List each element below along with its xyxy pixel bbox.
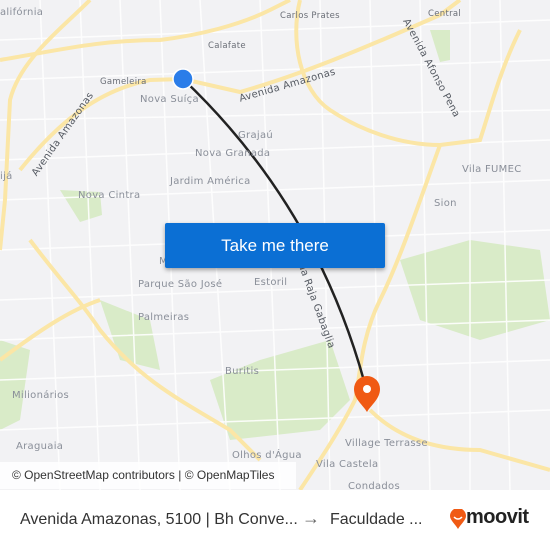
map-label: Nova Suíça <box>140 94 199 105</box>
origin-name: Avenida Amazonas, 5100 | Bh Conve... <box>20 511 298 528</box>
moovit-pin-icon <box>450 509 466 529</box>
map-label: Parque São José <box>138 279 223 290</box>
map-label: Estoril <box>254 277 288 288</box>
origin-marker <box>172 68 194 90</box>
map-label: Nova Granada <box>195 148 271 159</box>
map-label: Olhos d'Água <box>232 450 302 461</box>
map-label: ijá <box>0 171 13 182</box>
map-label: Vila Castela <box>316 459 379 470</box>
map-label: Araguaia <box>16 441 64 452</box>
map-label: Palmeiras <box>138 312 190 323</box>
brand-name: moovit <box>466 506 529 528</box>
map-label: alifórnia <box>0 7 44 18</box>
map-label: Village Terrasse <box>345 438 428 449</box>
map-label: Vila FUMEC <box>462 164 522 175</box>
map-label: Condados <box>348 481 400 490</box>
destination-name: Faculdade ... <box>330 511 423 528</box>
map-label: Buritis <box>225 366 260 377</box>
map-label: Nova Cintra <box>78 190 141 201</box>
map-attribution[interactable]: © OpenStreetMap contributors | © OpenMap… <box>0 462 296 489</box>
map-label: Calafate <box>208 41 246 51</box>
map[interactable]: alifórnia Carlos Prates Central Calafate… <box>0 0 550 490</box>
route-footer: Avenida Amazonas, 5100 | Bh Conve... → F… <box>0 490 550 550</box>
map-label: Carlos Prates <box>280 11 340 21</box>
map-label: Jardim América <box>170 176 251 187</box>
map-label: Central <box>428 9 462 19</box>
map-label: Grajaú <box>238 130 274 141</box>
map-label: Sion <box>434 198 457 209</box>
map-label: Milionários <box>12 390 70 401</box>
destination-marker-icon <box>354 376 380 412</box>
arrow-right-icon: → <box>302 508 320 528</box>
map-label: Gameleira <box>100 77 147 87</box>
take-me-there-button[interactable]: Take me there <box>165 223 385 268</box>
